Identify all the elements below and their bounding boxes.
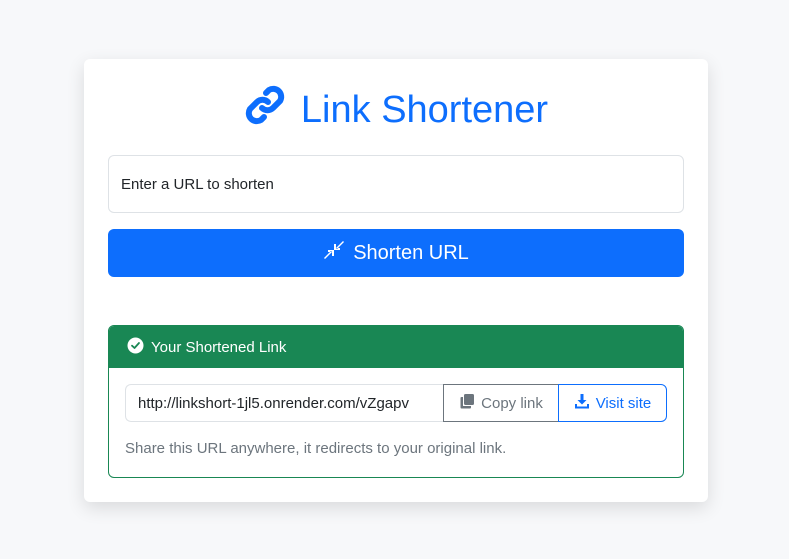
- copy-link-button[interactable]: Copy link: [443, 384, 559, 422]
- result-header-label: Your Shortened Link: [151, 338, 287, 356]
- compress-icon: [323, 239, 345, 267]
- share-hint: Share this URL anywhere, it redirects to…: [125, 440, 507, 457]
- download-icon: [574, 393, 590, 413]
- shorten-url-label: Shorten URL: [353, 241, 469, 264]
- shorten-url-button[interactable]: Shorten URL: [108, 229, 684, 277]
- visit-site-label: Visit site: [595, 394, 652, 412]
- url-input[interactable]: [108, 155, 684, 213]
- page-title: Link Shortener: [0, 84, 789, 136]
- short-url-field[interactable]: [125, 384, 443, 422]
- copy-link-label: Copy link: [481, 394, 543, 412]
- link-icon: [241, 81, 289, 139]
- copy-icon: [459, 393, 475, 413]
- result-panel: Your Shortened Link Copy link Visit site…: [108, 325, 684, 478]
- visit-site-button[interactable]: Visit site: [558, 384, 667, 422]
- result-header: Your Shortened Link: [109, 326, 683, 368]
- title-text: Link Shortener: [300, 88, 549, 131]
- check-circle-icon: [127, 337, 144, 358]
